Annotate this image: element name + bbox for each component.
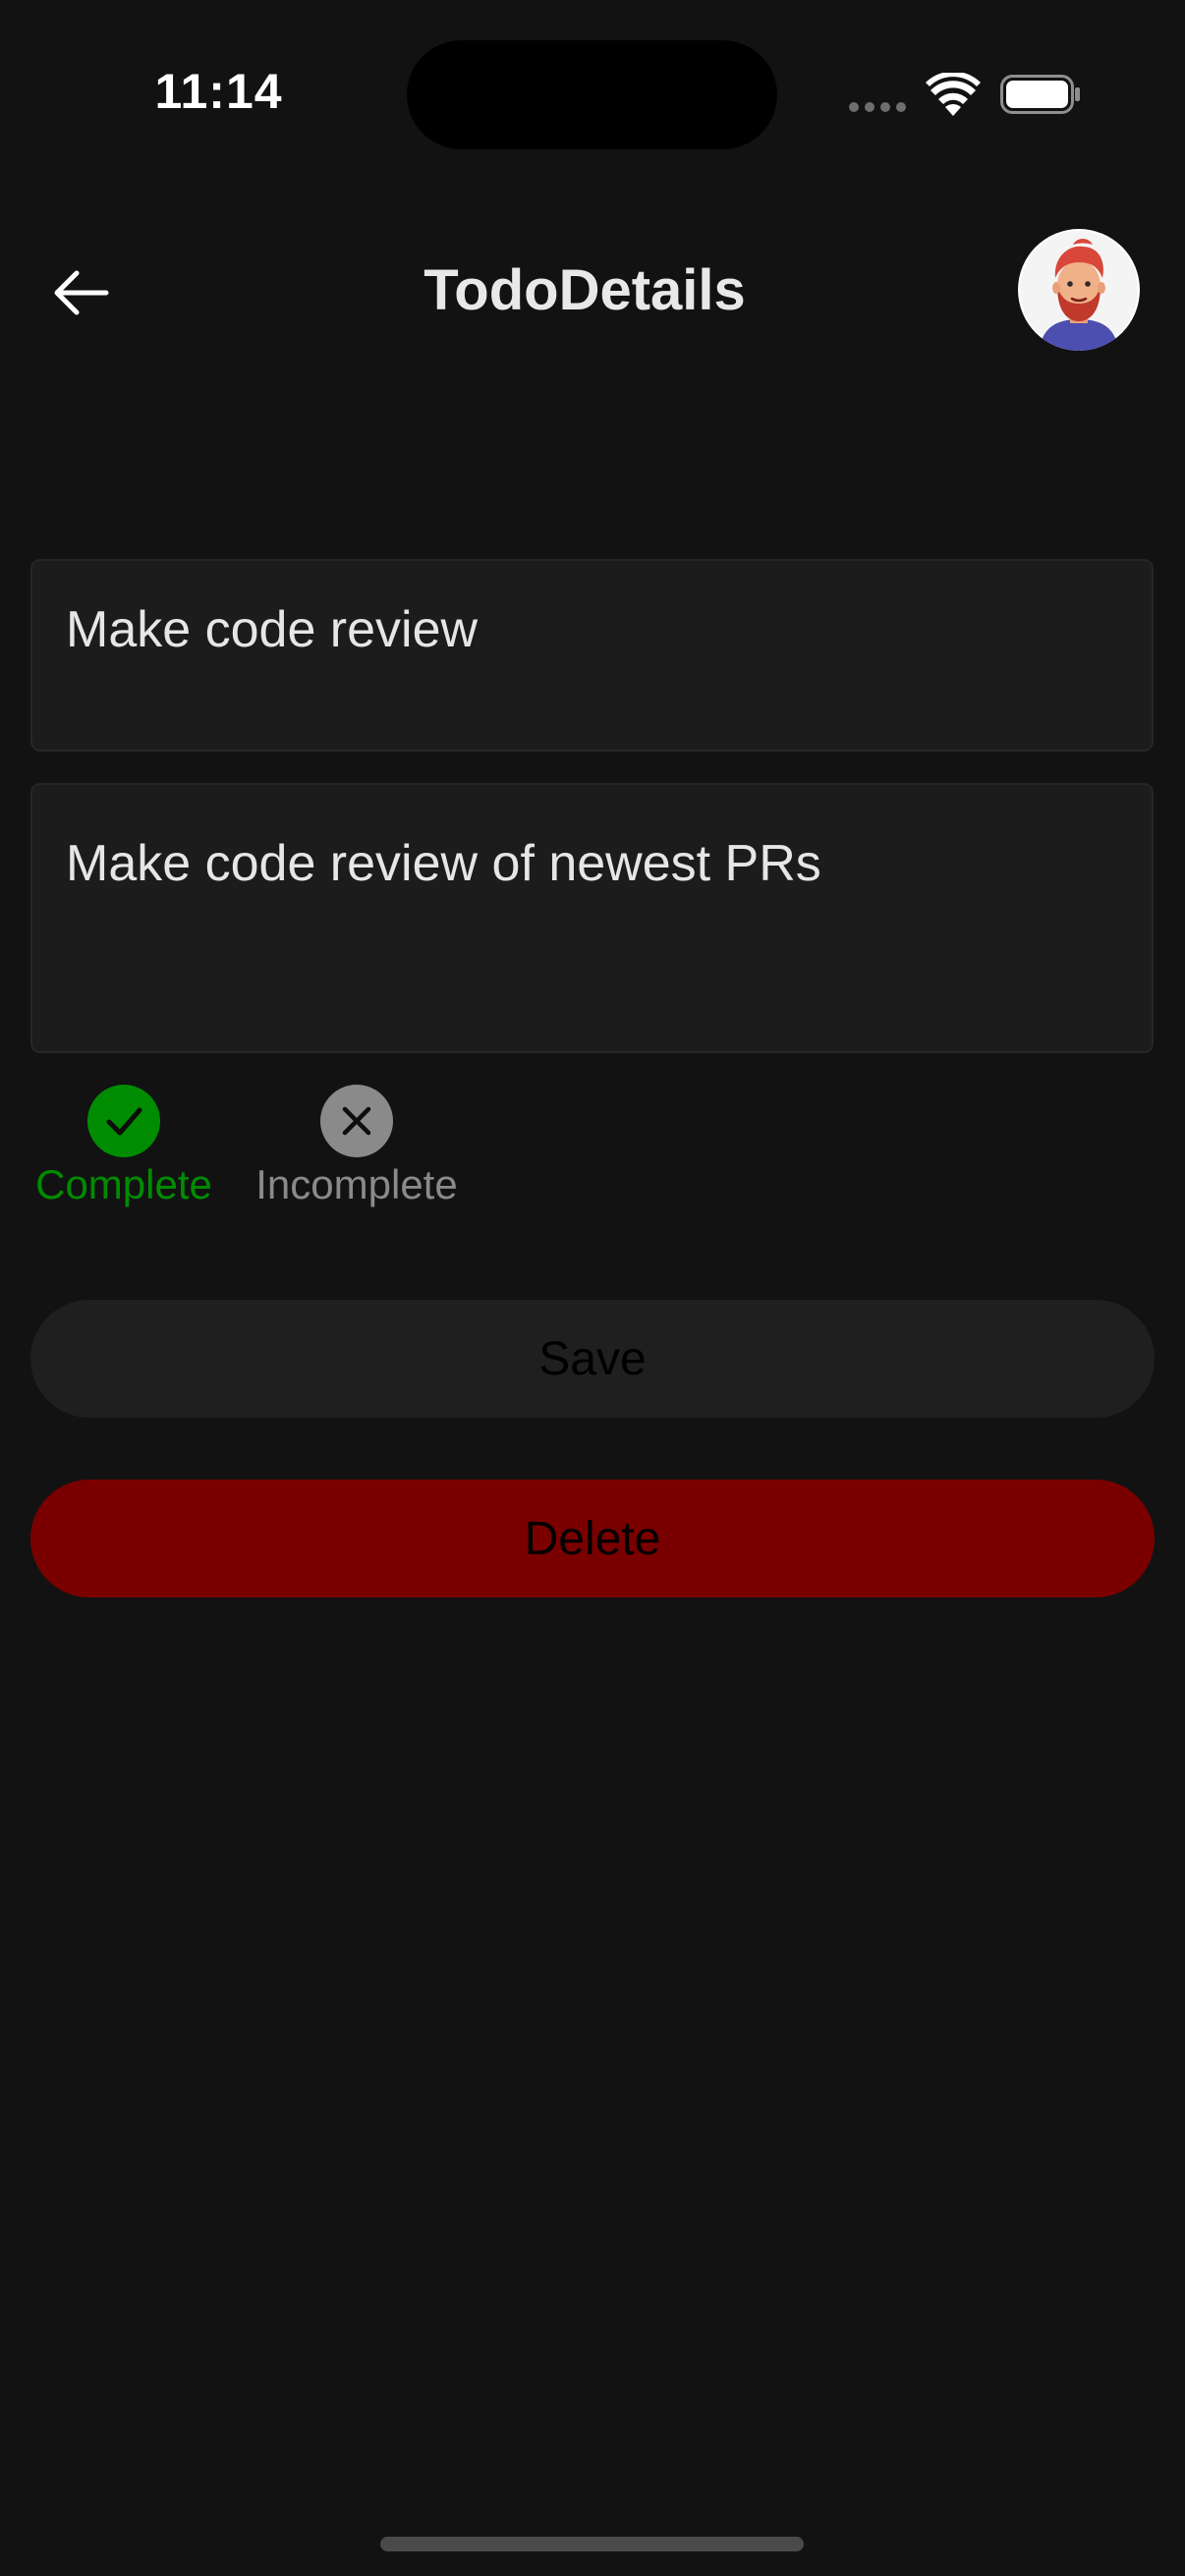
- delete-button[interactable]: Delete: [30, 1480, 1155, 1597]
- wifi-icon: [926, 73, 981, 116]
- avatar[interactable]: [1018, 229, 1140, 351]
- todo-description-input[interactable]: Make code review of newest PRs: [30, 783, 1154, 1053]
- dynamic-island: [407, 40, 777, 149]
- home-indicator[interactable]: [380, 2537, 804, 2551]
- battery-icon: [1000, 75, 1080, 114]
- checkmark-icon: [106, 1107, 142, 1136]
- x-circle-icon: [320, 1085, 393, 1157]
- status-incomplete-label: Incomplete: [255, 1161, 458, 1207]
- status-bar: 11:14: [0, 0, 1185, 187]
- save-button[interactable]: Save: [30, 1300, 1155, 1418]
- status-complete-option[interactable]: Complete: [30, 1085, 217, 1208]
- status-time: 11:14: [154, 64, 283, 119]
- checkmark-circle-icon: [87, 1085, 160, 1157]
- save-button-label: Save: [538, 1332, 647, 1385]
- arrow-left-icon: [54, 270, 109, 315]
- back-button[interactable]: [41, 261, 120, 324]
- delete-button-label: Delete: [524, 1512, 661, 1565]
- page-title: TodoDetails: [423, 258, 746, 322]
- status-incomplete-option[interactable]: Incomplete: [246, 1085, 468, 1208]
- status-complete-label: Complete: [35, 1161, 212, 1207]
- todo-title-input[interactable]: Make code review: [30, 559, 1154, 752]
- cellular-signal-icon: [849, 102, 906, 112]
- header: TodoDetails: [0, 216, 1185, 364]
- user-avatar-illustration: [1020, 231, 1138, 351]
- close-icon: [342, 1106, 371, 1136]
